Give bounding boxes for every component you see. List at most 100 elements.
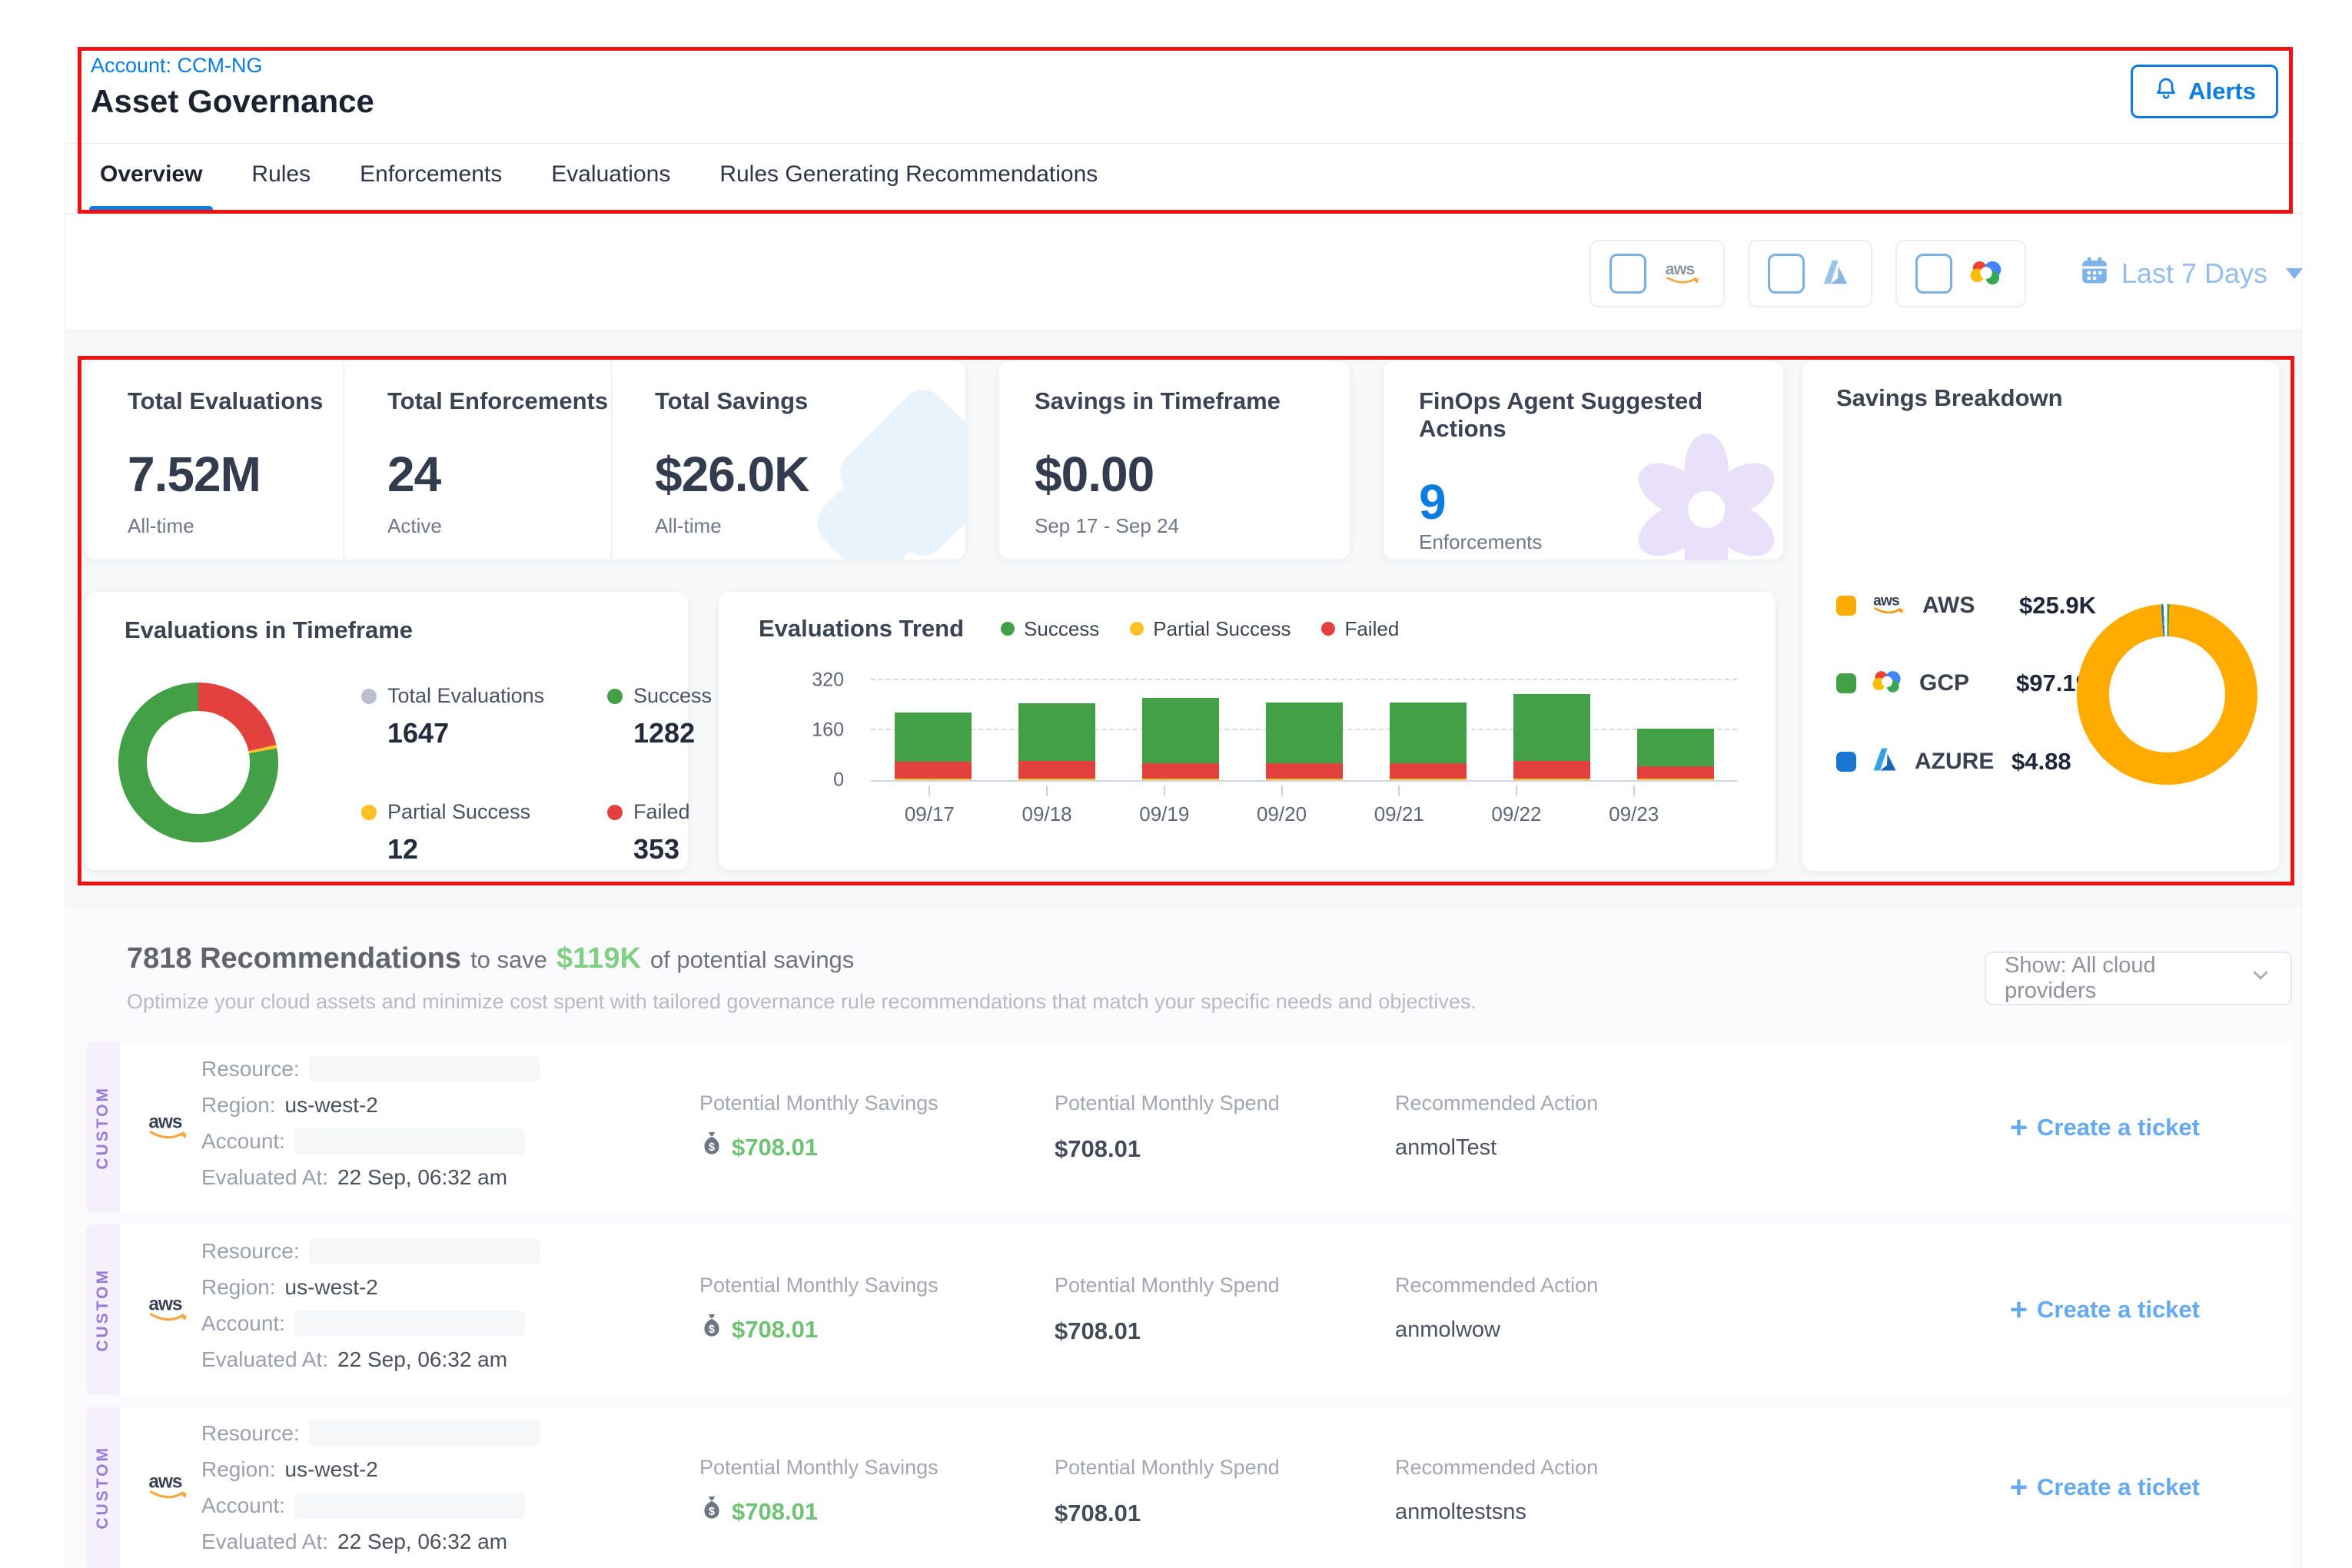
tab-overview[interactable]: Overview: [100, 161, 202, 213]
provider-filter-azure[interactable]: [1748, 240, 1872, 307]
date-range-label: Last 7 Days: [2121, 257, 2267, 290]
resource-details: Resource: Region:us-west-2 Account: Eval…: [201, 1233, 540, 1377]
account-breadcrumb[interactable]: Account: CCM-NG: [91, 54, 263, 78]
potential-monthly-savings: Potential Monthly Savings $$708.01: [699, 1274, 938, 1347]
resource-details: Resource: Region:us-west-2 Account: Eval…: [201, 1051, 540, 1195]
savings-in-timeframe-value: $0.00: [1035, 446, 1350, 503]
trend-legend: Success Partial Success Failed: [1001, 617, 1399, 641]
redacted-resource-value: [309, 1056, 540, 1082]
asset-governance-page: Account: CCM-NG Asset Governance Alerts …: [0, 0, 2352, 1568]
recommended-action: Recommended Action anmoltestsns: [1395, 1456, 1598, 1525]
page-title: Asset Governance: [91, 83, 374, 120]
resource-details: Resource: Region:us-west-2 Account: Eval…: [201, 1415, 540, 1560]
azure-logo-icon: [1820, 257, 1852, 291]
tab-enforcements[interactable]: Enforcements: [360, 161, 502, 213]
create-ticket-button[interactable]: +Create a ticket: [2010, 1473, 2200, 1501]
recommendations-heading: 7818 Recommendations to save $119K of po…: [127, 942, 854, 975]
finops-suggested-actions-card: FinOps Agent Suggested Actions 9 Enforce…: [1384, 361, 1783, 560]
total-evaluations-value: 7.52M: [128, 446, 344, 503]
legend-total-evaluations: Total Evaluations 1647: [361, 684, 607, 749]
partial-dot-icon: [1130, 622, 1144, 636]
caret-down-icon: [2286, 268, 2303, 279]
date-range-selector[interactable]: Last 7 Days: [2078, 254, 2303, 294]
svg-text:aws: aws: [1666, 259, 1696, 277]
redacted-account-value: [294, 1128, 525, 1154]
trend-bar-chart: 0160320: [763, 673, 1737, 780]
success-dot-icon: [1001, 622, 1015, 636]
evaluations-in-timeframe-card: Evaluations in Timeframe Total Evaluatio…: [85, 592, 688, 870]
svg-text:$: $: [709, 1324, 715, 1336]
savings-breakdown-card: Savings Breakdown aws AWS $25.9K GCP $97…: [1802, 361, 2279, 871]
x-axis-line: [871, 780, 1737, 782]
trend-x-labels: 09/1709/1809/1909/2009/2109/2209/23: [871, 786, 1693, 826]
create-ticket-button[interactable]: +Create a ticket: [2010, 1296, 2200, 1324]
evaluations-donut-chart: [118, 683, 278, 842]
legend-item-gcp: GCP $97.19: [1836, 666, 2096, 699]
header-divider: [66, 143, 2301, 144]
redacted-resource-value: [309, 1420, 540, 1447]
custom-badge: CUSTOM: [86, 1407, 120, 1568]
legend-item-aws: aws AWS $25.9K: [1836, 590, 2096, 620]
evaluations-trend-card: Evaluations Trend Success Partial Succes…: [719, 592, 1776, 870]
gcp-logo-icon: [1870, 666, 1905, 699]
tab-rules-generating-recommendations[interactable]: Rules Generating Recommendations: [719, 161, 1098, 213]
stat-total-enforcements: Total Enforcements 24 Active: [344, 361, 611, 560]
content-right-border: [2301, 143, 2302, 1568]
trend-legend-success: Success: [1001, 617, 1099, 641]
money-bag-icon: $: [699, 1313, 724, 1347]
create-ticket-button[interactable]: +Create a ticket: [2010, 1114, 2200, 1141]
aws-checkbox[interactable]: [1610, 254, 1646, 294]
azure-logo-icon: [1870, 746, 1901, 777]
aws-logo-icon: aws: [145, 1469, 194, 1507]
content-left-border: [65, 143, 66, 1568]
recommended-action: Recommended Action anmolwow: [1395, 1274, 1598, 1343]
gcp-checkbox[interactable]: [1915, 254, 1952, 294]
savings-breakdown-legend: aws AWS $25.9K GCP $97.19 AZURE $4.88: [1836, 590, 2096, 777]
cloud-provider-filter-dropdown[interactable]: Show: All cloud providers: [1985, 952, 2292, 1005]
total-enforcements-value: 24: [387, 446, 611, 503]
failed-dot-icon: [1321, 622, 1335, 636]
azure-swatch: [1836, 752, 1856, 772]
success-dot-icon: [607, 689, 623, 704]
partial-dot-icon: [361, 805, 377, 820]
potential-savings-amount: $119K: [556, 942, 641, 975]
aws-logo-icon: aws: [1662, 257, 1705, 291]
filter-row: aws Last 7 Days: [1590, 240, 2303, 307]
svg-text:aws: aws: [148, 1472, 182, 1493]
recommendation-row: CUSTOM aws Resource: Region:us-west-2 Ac…: [86, 1224, 2292, 1395]
redacted-account-value: [294, 1493, 525, 1519]
savings-breakdown-donut-chart: [2077, 604, 2257, 785]
alerts-button[interactable]: Alerts: [2131, 65, 2278, 118]
tab-bar: Overview Rules Enforcements Evaluations …: [100, 161, 1098, 213]
totals-card: Total Evaluations 7.52M All-time Total E…: [85, 361, 965, 560]
tab-rules[interactable]: Rules: [251, 161, 311, 213]
recommendation-row: CUSTOM aws Resource: Region:us-west-2 Ac…: [86, 1042, 2292, 1213]
redacted-resource-value: [309, 1238, 540, 1264]
redacted-account-value: [294, 1311, 525, 1337]
azure-checkbox[interactable]: [1768, 254, 1805, 294]
savings-in-timeframe-card: Savings in Timeframe $0.00 Sep 17 - Sep …: [999, 361, 1350, 560]
custom-badge: CUSTOM: [86, 1042, 120, 1213]
svg-text:$: $: [709, 1141, 715, 1154]
legend-item-azure: AZURE $4.88: [1836, 746, 2096, 777]
provider-filter-aws[interactable]: aws: [1590, 240, 1725, 307]
gcp-swatch: [1836, 673, 1856, 693]
aws-logo-icon: aws: [145, 1109, 194, 1147]
trend-legend-partial: Partial Success: [1130, 617, 1291, 641]
recommended-action: Recommended Action anmolTest: [1395, 1091, 1598, 1161]
potential-monthly-savings: Potential Monthly Savings $$708.01: [699, 1456, 938, 1529]
svg-text:aws: aws: [148, 1112, 182, 1133]
aws-swatch: [1836, 596, 1856, 616]
recommendation-row: CUSTOM aws Resource: Region:us-west-2 Ac…: [86, 1407, 2292, 1568]
gcp-logo-icon: [1968, 256, 2006, 292]
total-dot-icon: [361, 689, 377, 704]
tab-evaluations[interactable]: Evaluations: [551, 161, 670, 213]
stat-total-evaluations: Total Evaluations 7.52M All-time: [85, 361, 344, 560]
svg-text:aws: aws: [1873, 593, 1899, 610]
provider-filter-gcp[interactable]: [1895, 240, 2026, 307]
bell-icon: [2153, 75, 2179, 108]
custom-badge: CUSTOM: [86, 1224, 120, 1395]
stat-total-savings: Total Savings $26.0K All-time: [611, 361, 965, 560]
recommendations-subtitle: Optimize your cloud assets and minimize …: [127, 990, 1477, 1014]
tabs-divider: [66, 213, 2301, 214]
